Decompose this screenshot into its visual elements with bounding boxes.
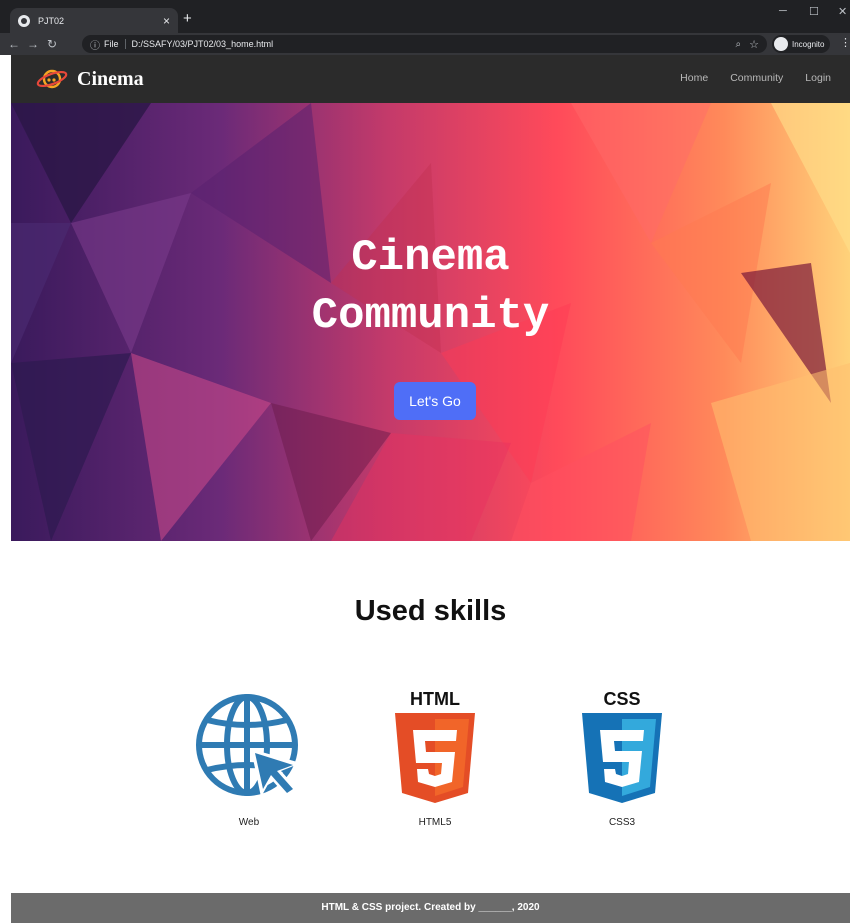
maximize-icon[interactable]: ☐ (809, 5, 819, 18)
globe-cursor-icon (196, 694, 301, 799)
web-page: Cinema Home Community Login Cinema Commu… (11, 55, 850, 923)
close-tab-icon[interactable]: × (163, 15, 170, 27)
reload-icon[interactable]: ↻ (47, 36, 57, 52)
url-text[interactable]: D:/SSAFY/03/PJT02/03_home.html (132, 39, 736, 49)
menu-kebab-icon[interactable]: ⋮ (840, 36, 850, 49)
new-tab-button[interactable]: + (183, 10, 192, 28)
zoom-icon[interactable]: ⌕ (736, 39, 742, 50)
skill-html5: HTML HTML5 (375, 685, 495, 828)
nav-links: Home Community Login (658, 72, 831, 84)
skill-label-html5: HTML5 (418, 817, 452, 828)
incognito-indicator[interactable]: Incognito (772, 35, 831, 53)
brand[interactable]: Cinema (35, 65, 144, 93)
skill-label-web: Web (238, 817, 260, 828)
back-icon[interactable]: ← (8, 36, 20, 52)
forward-icon[interactable]: → (27, 36, 39, 52)
incognito-icon (774, 37, 788, 51)
skill-label-css3: CSS3 (608, 817, 636, 828)
info-icon[interactable]: ⓘ (90, 37, 100, 52)
globe-favicon-icon (18, 14, 30, 27)
nav-link-login[interactable]: Login (805, 72, 831, 84)
tab-title: PJT02 (38, 15, 65, 26)
address-bar[interactable]: ⓘ File D:/SSAFY/03/PJT02/03_home.html ⌕ … (82, 35, 767, 53)
css3-badge-text: CSS (603, 689, 640, 709)
skill-css3: CSS CSS3 (562, 685, 682, 828)
nav-link-community[interactable]: Community (730, 72, 783, 84)
tab-strip: PJT02 × + ─ ☐ ✕ (0, 0, 850, 33)
browser-toolbar: ← → ↻ ⓘ File D:/SSAFY/03/PJT02/03_home.h… (0, 33, 850, 55)
html5-badge-text: HTML (410, 689, 460, 709)
planet-logo-icon (36, 69, 68, 89)
bookmark-star-icon[interactable]: ☆ (749, 38, 759, 51)
hero-title-line2: Community (311, 291, 550, 341)
hero-title: Cinema Community (11, 229, 850, 345)
skill-web: Web (189, 685, 309, 828)
url-scheme-label: File (104, 39, 126, 49)
nav-link-home[interactable]: Home (680, 72, 708, 84)
browser-window: PJT02 × + ─ ☐ ✕ ← → ↻ ⓘ File D:/SSAFY/03… (0, 0, 850, 923)
browser-tab[interactable]: PJT02 × (10, 8, 178, 33)
skills-heading: Used skills (354, 595, 507, 627)
close-window-icon[interactable]: ✕ (838, 5, 847, 18)
site-footer: HTML & CSS project. Created by ______, 2… (11, 893, 850, 923)
lets-go-button[interactable]: Let's Go (394, 382, 476, 420)
html5-icon: HTML (395, 689, 475, 803)
brand-name: Cinema (77, 67, 144, 90)
incognito-label: Incognito (792, 39, 825, 49)
hero-banner: Cinema Community Let's Go (11, 103, 850, 541)
hero-title-line1: Cinema (351, 233, 510, 283)
site-navbar: Cinema Home Community Login (11, 55, 850, 103)
minimize-icon[interactable]: ─ (779, 5, 787, 17)
css3-icon: CSS (582, 689, 662, 803)
